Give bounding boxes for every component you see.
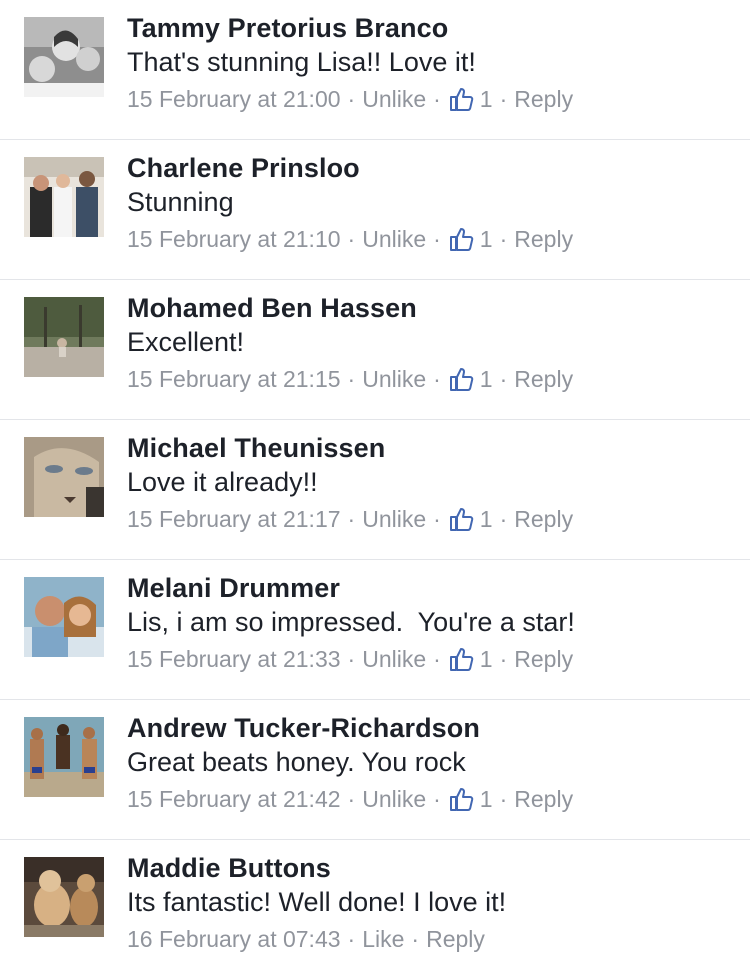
comment-author[interactable]: Michael Theunissen xyxy=(127,432,740,464)
comment-author[interactable]: Maddie Buttons xyxy=(127,852,740,884)
separator-dot: · xyxy=(499,366,508,392)
thumbs-up-icon[interactable] xyxy=(448,786,474,812)
separator-dot: · xyxy=(433,366,441,392)
like-toggle-link[interactable]: Unlike xyxy=(362,365,426,393)
like-toggle-link[interactable]: Like xyxy=(362,925,404,953)
thumbs-up-icon[interactable] xyxy=(448,646,474,672)
separator-dot: · xyxy=(411,926,420,952)
separator-dot: · xyxy=(433,506,441,532)
separator-dot: · xyxy=(347,86,356,112)
avatar[interactable] xyxy=(24,857,104,937)
comments-list: Tammy Pretorius Branco That's stunning L… xyxy=(0,0,750,979)
avatar[interactable] xyxy=(24,717,104,797)
avatar-photo xyxy=(24,857,104,937)
comment-timestamp[interactable]: 15 February at 21:42 xyxy=(127,785,341,813)
like-toggle-link[interactable]: Unlike xyxy=(362,505,426,533)
like-toggle-link[interactable]: Unlike xyxy=(362,645,426,673)
separator-dot: · xyxy=(433,786,441,812)
comment-timestamp[interactable]: 15 February at 21:10 xyxy=(127,225,341,253)
comment-item: Charlene Prinsloo Stunning 15 February a… xyxy=(0,140,750,280)
avatar[interactable] xyxy=(24,437,104,517)
comment-meta: 16 February at 07:43 · Like · Reply xyxy=(127,925,740,953)
comment-text: Excellent! xyxy=(127,327,245,357)
separator-dot: · xyxy=(499,506,508,532)
comment-item: Mohamed Ben Hassen Excellent! 15 Februar… xyxy=(0,280,750,420)
comment-text: Love it already!! xyxy=(127,467,318,497)
thumbs-up-icon[interactable] xyxy=(448,226,474,252)
separator-dot: · xyxy=(499,226,508,252)
reply-link[interactable]: Reply xyxy=(514,85,573,113)
reply-link[interactable]: Reply xyxy=(426,925,485,953)
comment-author[interactable]: Mohamed Ben Hassen xyxy=(127,292,740,324)
avatar-photo xyxy=(24,717,104,797)
separator-dot: · xyxy=(499,786,508,812)
avatar-photo xyxy=(24,297,104,377)
comment-timestamp[interactable]: 15 February at 21:17 xyxy=(127,505,341,533)
comment-text: Lis, i am so impressed. You're a star! xyxy=(127,607,575,637)
thumbs-up-icon[interactable] xyxy=(448,86,474,112)
separator-dot: · xyxy=(499,86,508,112)
separator-dot: · xyxy=(433,226,441,252)
comment-author[interactable]: Melani Drummer xyxy=(127,572,740,604)
avatar[interactable] xyxy=(24,17,104,97)
comment-text: Stunning xyxy=(127,187,234,217)
comment-meta: 15 February at 21:10 · Unlike · 1 · Repl… xyxy=(127,225,740,253)
avatar-photo xyxy=(24,157,104,237)
comment-timestamp[interactable]: 15 February at 21:33 xyxy=(127,645,341,673)
like-count[interactable]: 1 xyxy=(480,85,493,113)
like-toggle-link[interactable]: Unlike xyxy=(362,85,426,113)
separator-dot: · xyxy=(347,786,356,812)
thumbs-up-icon[interactable] xyxy=(448,506,474,532)
comment-timestamp[interactable]: 16 February at 07:43 xyxy=(127,925,341,953)
like-count[interactable]: 1 xyxy=(480,365,493,393)
reply-link[interactable]: Reply xyxy=(514,505,573,533)
comment-item: Melani Drummer Lis, i am so impressed. Y… xyxy=(0,560,750,700)
comment-item: Andrew Tucker-Richardson Great beats hon… xyxy=(0,700,750,840)
comment-author[interactable]: Tammy Pretorius Branco xyxy=(127,12,740,44)
comment-item: Michael Theunissen Love it already!! 15 … xyxy=(0,420,750,560)
comment-meta: 15 February at 21:42 · Unlike · 1 · Repl… xyxy=(127,785,740,813)
separator-dot: · xyxy=(347,226,356,252)
like-count[interactable]: 1 xyxy=(480,785,493,813)
separator-dot: · xyxy=(433,86,441,112)
avatar[interactable] xyxy=(24,297,104,377)
reply-link[interactable]: Reply xyxy=(514,225,573,253)
separator-dot: · xyxy=(347,366,356,392)
comment-timestamp[interactable]: 15 February at 21:00 xyxy=(127,85,341,113)
comment-author[interactable]: Andrew Tucker-Richardson xyxy=(127,712,740,744)
reply-link[interactable]: Reply xyxy=(514,645,573,673)
thumbs-up-icon[interactable] xyxy=(448,366,474,392)
comment-item: Maddie Buttons Its fantastic! Well done!… xyxy=(0,840,750,979)
comment-text: Its fantastic! Well done! I love it! xyxy=(127,887,507,917)
comment-text: That's stunning Lisa!! Love it! xyxy=(127,47,476,77)
like-count[interactable]: 1 xyxy=(480,225,493,253)
comment-timestamp[interactable]: 15 February at 21:15 xyxy=(127,365,341,393)
like-toggle-link[interactable]: Unlike xyxy=(362,225,426,253)
avatar[interactable] xyxy=(24,157,104,237)
avatar-photo xyxy=(24,17,104,97)
avatar[interactable] xyxy=(24,577,104,657)
separator-dot: · xyxy=(433,646,441,672)
avatar-photo xyxy=(24,577,104,657)
avatar-photo xyxy=(24,437,104,517)
comment-item: Tammy Pretorius Branco That's stunning L… xyxy=(0,0,750,140)
comment-author[interactable]: Charlene Prinsloo xyxy=(127,152,740,184)
comment-meta: 15 February at 21:15 · Unlike · 1 · Repl… xyxy=(127,365,740,393)
comment-meta: 15 February at 21:17 · Unlike · 1 · Repl… xyxy=(127,505,740,533)
like-count[interactable]: 1 xyxy=(480,645,493,673)
reply-link[interactable]: Reply xyxy=(514,365,573,393)
like-count[interactable]: 1 xyxy=(480,505,493,533)
comment-text: Great beats honey. You rock xyxy=(127,747,466,777)
comment-meta: 15 February at 21:00 · Unlike · 1 · Repl… xyxy=(127,85,740,113)
separator-dot: · xyxy=(347,926,356,952)
reply-link[interactable]: Reply xyxy=(514,785,573,813)
comment-meta: 15 February at 21:33 · Unlike · 1 · Repl… xyxy=(127,645,740,673)
separator-dot: · xyxy=(499,646,508,672)
separator-dot: · xyxy=(347,646,356,672)
separator-dot: · xyxy=(347,506,356,532)
like-toggle-link[interactable]: Unlike xyxy=(362,785,426,813)
